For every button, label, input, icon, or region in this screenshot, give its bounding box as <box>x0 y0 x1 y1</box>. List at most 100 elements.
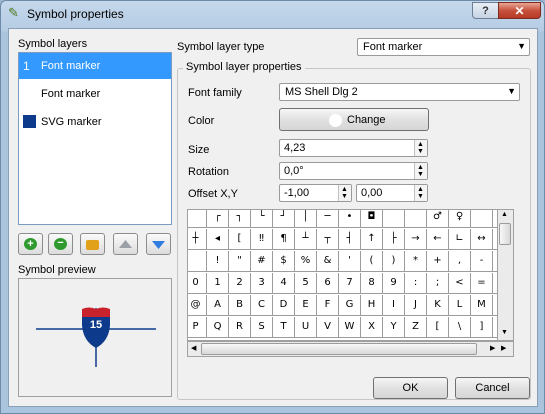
glyph-cell[interactable]: ┴ <box>295 229 317 250</box>
glyph-cell[interactable]: ♀ <box>449 210 471 228</box>
glyph-cell[interactable]: └ <box>251 210 273 228</box>
layer-item-font-marker-2[interactable]: Font marker <box>19 81 171 107</box>
glyph-cell[interactable]: ↔ <box>471 229 493 250</box>
glyph-cell[interactable]: • <box>339 210 361 228</box>
glyph-cell[interactable]: F <box>317 295 339 316</box>
glyph-cell[interactable]: & <box>317 251 339 272</box>
glyph-cell[interactable]: ! <box>207 251 229 272</box>
glyph-cell[interactable]: 3 <box>251 273 273 294</box>
glyph-cell[interactable]: V <box>317 317 339 338</box>
glyph-cell[interactable]: ─ <box>317 210 339 228</box>
glyph-cell[interactable]: # <box>251 251 273 272</box>
cancel-button[interactable]: Cancel <box>455 377 530 399</box>
glyph-cell[interactable]: 2 <box>229 273 251 294</box>
glyph-cell[interactable]: M <box>471 295 493 316</box>
glyph-cell[interactable]: 9 <box>383 273 405 294</box>
glyph-cell[interactable] <box>383 210 405 228</box>
glyph-cell[interactable]: ┤ <box>339 229 361 250</box>
glyph-cell[interactable]: G <box>339 295 361 316</box>
offset-y-spinbox[interactable]: 0,00 ▲ ▼ <box>356 184 428 202</box>
move-down-button[interactable] <box>146 233 171 255</box>
glyph-cell[interactable]: 4 <box>273 273 295 294</box>
glyph-cell[interactable]: ← <box>427 229 449 250</box>
help-button[interactable]: ? <box>472 2 499 19</box>
glyph-cell[interactable]: * <box>405 251 427 272</box>
glyph-cell[interactable]: < <box>449 273 471 294</box>
glyph-cell[interactable]: L <box>449 295 471 316</box>
layer-item-svg-marker[interactable]: SVG marker <box>19 109 171 135</box>
glyph-cell[interactable]: @ <box>188 295 207 316</box>
scroll-right-icon-2[interactable]: ▶ <box>501 344 506 352</box>
rotation-stepper[interactable]: ▲ ▼ <box>414 163 427 179</box>
glyph-cell[interactable]: ┐ <box>229 210 251 228</box>
glyph-cell[interactable]: ♂ <box>427 210 449 228</box>
glyph-cell[interactable]: + <box>427 251 449 272</box>
glyph-cell[interactable]: ┬ <box>317 229 339 250</box>
glyph-cell[interactable]: 6 <box>317 273 339 294</box>
glyph-cell[interactable]: 1 <box>207 273 229 294</box>
scroll-right-icon[interactable]: ▶ <box>490 344 495 352</box>
color-change-button[interactable]: Change <box>279 108 429 131</box>
glyph-cell[interactable]: : <box>405 273 427 294</box>
glyph-cell[interactable]: 8 <box>361 273 383 294</box>
glyph-cell[interactable]: [ <box>229 229 251 250</box>
glyph-cell[interactable]: J <box>405 295 427 316</box>
glyph-cell[interactable]: ; <box>427 273 449 294</box>
glyph-cell[interactable]: → <box>405 229 427 250</box>
character-map-vscrollbar[interactable]: ▲ ▼ <box>498 209 514 341</box>
character-map-hscrollbar[interactable]: ◀ ▶ ▶ <box>187 341 514 357</box>
glyph-cell[interactable]: ( <box>361 251 383 272</box>
glyph-cell[interactable]: " <box>229 251 251 272</box>
glyph-cell[interactable]: W <box>339 317 361 338</box>
glyph-cell[interactable]: K <box>427 295 449 316</box>
glyph-cell[interactable]: ‼ <box>251 229 273 250</box>
glyph-cell[interactable]: Z <box>405 317 427 338</box>
character-map-grid[interactable]: ┌┐└┘│─•◘♂♀♬┼◂[‼¶┴┬┤↑├→←∟↔▲!"#$%&'()*+,-.… <box>187 209 498 341</box>
glyph-cell[interactable]: ◘ <box>361 210 383 228</box>
size-stepper[interactable]: ▲ ▼ <box>414 140 427 156</box>
font-family-dropdown[interactable]: MS Shell Dlg 2 ▼ <box>279 83 520 101</box>
glyph-cell[interactable]: = <box>471 273 493 294</box>
glyph-cell[interactable]: D <box>273 295 295 316</box>
layer-type-dropdown[interactable]: Font marker ▼ <box>357 38 530 56</box>
glyph-cell[interactable]: R <box>229 317 251 338</box>
ok-button[interactable]: OK <box>373 377 448 399</box>
glyph-cell[interactable]: ¶ <box>273 229 295 250</box>
glyph-cell[interactable]: ∟ <box>449 229 471 250</box>
glyph-cell[interactable]: X <box>361 317 383 338</box>
glyph-cell[interactable]: B <box>229 295 251 316</box>
layer-item-font-marker-1[interactable]: 1 Font marker <box>19 53 171 79</box>
lock-layer-button[interactable] <box>80 233 105 255</box>
scroll-up-icon[interactable]: ▲ <box>501 211 508 218</box>
glyph-cell[interactable]: % <box>295 251 317 272</box>
close-button[interactable]: ✕ <box>498 2 541 19</box>
glyph-cell[interactable]: P <box>188 317 207 338</box>
glyph-cell[interactable]: S <box>251 317 273 338</box>
glyph-cell[interactable]: ◂ <box>207 229 229 250</box>
glyph-cell[interactable]: ] <box>471 317 493 338</box>
glyph-cell[interactable]: A <box>207 295 229 316</box>
glyph-cell[interactable]: ┘ <box>273 210 295 228</box>
glyph-cell[interactable]: 5 <box>295 273 317 294</box>
glyph-cell[interactable] <box>188 210 207 228</box>
glyph-cell[interactable]: 7 <box>339 273 361 294</box>
glyph-cell[interactable]: ┌ <box>207 210 229 228</box>
glyph-cell[interactable]: ├ <box>383 229 405 250</box>
move-up-button[interactable] <box>113 233 138 255</box>
glyph-cell[interactable] <box>188 251 207 272</box>
scroll-down-icon[interactable]: ▼ <box>501 329 508 336</box>
offset-x-spinbox[interactable]: -1,00 ▲ ▼ <box>279 184 352 202</box>
offset-x-stepper[interactable]: ▲ ▼ <box>338 185 351 201</box>
glyph-cell[interactable]: Y <box>383 317 405 338</box>
glyph-cell[interactable]: ' <box>339 251 361 272</box>
glyph-cell[interactable]: Q <box>207 317 229 338</box>
glyph-cell[interactable]: $ <box>273 251 295 272</box>
glyph-cell[interactable]: \ <box>449 317 471 338</box>
glyph-cell[interactable]: │ <box>295 210 317 228</box>
glyph-cell[interactable]: T <box>273 317 295 338</box>
glyph-cell[interactable]: ┼ <box>188 229 207 250</box>
glyph-cell[interactable] <box>405 210 427 228</box>
glyph-cell[interactable]: H <box>361 295 383 316</box>
size-spinbox[interactable]: 4,23 ▲ ▼ <box>279 139 428 157</box>
rotation-spinbox[interactable]: 0,0° ▲ ▼ <box>279 162 428 180</box>
